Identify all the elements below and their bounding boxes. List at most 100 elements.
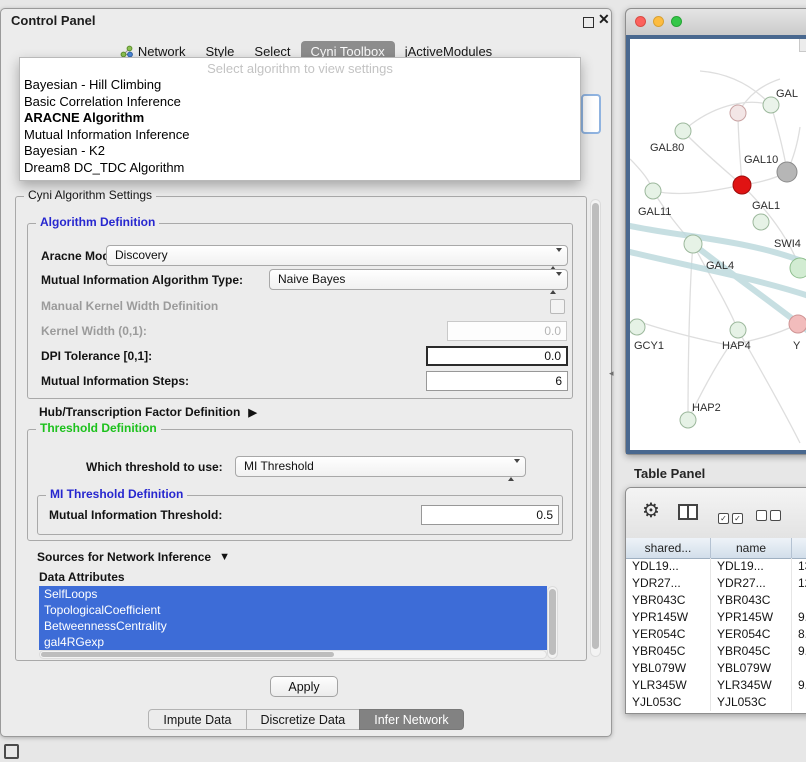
table-row[interactable]: YJL053CYJL053C	[626, 694, 806, 711]
close-icon[interactable]: ✕	[598, 11, 610, 28]
network-node[interactable]	[730, 105, 746, 121]
dpi-tolerance-field[interactable]: 0.0	[426, 346, 568, 366]
column-header-name[interactable]: name	[711, 538, 792, 558]
network-node[interactable]	[645, 183, 661, 199]
network-icon	[120, 45, 133, 58]
algorithm-option[interactable]: Mutual Information Inference	[20, 127, 580, 144]
table-body: YDL19...YDL19...13YDR27...YDR27...12YBR0…	[626, 558, 806, 713]
network-node-label: Y	[793, 340, 801, 352]
tab-impute-data[interactable]: Impute Data	[148, 709, 246, 730]
settings-gear-icon[interactable]: ⚙	[642, 499, 660, 523]
network-canvas[interactable]: GALGAL80GAL10GAL11GAL1SWI4GAL4GCY1HAP4YH…	[630, 39, 806, 450]
combo-arrows-icon	[550, 250, 562, 269]
table-cell: YBR043C	[626, 592, 711, 609]
network-node[interactable]	[630, 319, 645, 335]
network-graph: GALGAL80GAL10GAL11GAL1SWI4GAL4GCY1HAP4YH…	[630, 39, 806, 450]
mi-type-select[interactable]: Naive Bayes	[269, 269, 568, 290]
control-panel-window: Control Panel ✕ Network Style Select Cyn…	[0, 8, 612, 737]
network-node[interactable]	[753, 214, 769, 230]
minimize-traffic-light[interactable]	[653, 16, 664, 27]
algorithm-option[interactable]: Bayesian - K2	[20, 143, 580, 160]
network-node[interactable]	[680, 412, 696, 428]
network-node[interactable]	[684, 235, 702, 253]
column-selector-icon[interactable]	[678, 504, 698, 520]
table-cell: YBL079W	[711, 660, 792, 677]
scrollbar-thumb[interactable]	[549, 589, 556, 655]
column-header-shared-name[interactable]: shared...	[626, 538, 711, 558]
table-cell: YBR043C	[711, 592, 792, 609]
table-cell: YDL19...	[711, 558, 792, 575]
table-row[interactable]: YLR345WYLR345W9.	[626, 677, 806, 694]
mi-steps-field[interactable]: 6	[426, 371, 568, 391]
mi-steps-label: Mutual Information Steps:	[41, 374, 189, 388]
attributes-hscrollbar[interactable]	[39, 650, 547, 659]
which-threshold-value: MI Threshold	[244, 459, 314, 473]
table-row[interactable]: YDR27...YDR27...12	[626, 575, 806, 592]
obscured-widget-fragment	[581, 94, 601, 134]
hub-definition-expander[interactable]: Hub/Transcription Factor Definition ▶	[39, 405, 257, 419]
column-header-partial[interactable]	[792, 538, 806, 558]
network-node[interactable]	[733, 176, 751, 194]
unchecked-box-icon	[756, 510, 767, 521]
network-node[interactable]	[777, 162, 797, 182]
mi-threshold-label: Mutual Information Threshold:	[49, 508, 222, 522]
table-cell: YPR145W	[626, 609, 711, 626]
tab-infer-network[interactable]: Infer Network	[359, 709, 463, 730]
table-row[interactable]: YDL19...YDL19...13	[626, 558, 806, 575]
table-cell: YDL19...	[626, 558, 711, 575]
scrollbar-thumb[interactable]	[41, 652, 334, 657]
canvas-scroll-button[interactable]	[799, 39, 806, 52]
settings-scrollbar[interactable]	[590, 199, 601, 657]
network-node[interactable]	[675, 123, 691, 139]
network-window-titlebar[interactable]	[626, 9, 806, 36]
minimized-panel-icon[interactable]	[4, 744, 19, 759]
network-node[interactable]	[730, 322, 746, 338]
sources-expander[interactable]: Sources for Network Inference ▼	[37, 550, 230, 564]
table-row[interactable]: YBR045CYBR045C9.	[626, 643, 806, 660]
network-node[interactable]	[790, 258, 806, 278]
deselect-all-rows-icon[interactable]	[756, 508, 784, 526]
table-cell: 9.	[792, 643, 806, 660]
which-threshold-select[interactable]: MI Threshold	[235, 456, 526, 477]
data-attribute-item[interactable]: gal4RGexp	[39, 634, 547, 650]
kernel-width-field: 0.0	[447, 321, 567, 341]
data-attributes-list[interactable]: SelfLoopsTopologicalCoefficientBetweenne…	[39, 586, 547, 650]
checked-box-icon: ✓	[732, 513, 743, 524]
close-traffic-light[interactable]	[635, 16, 646, 27]
algorithm-option[interactable]: Bayesian - Hill Climbing	[20, 77, 580, 94]
apply-button[interactable]: Apply	[270, 676, 338, 697]
table-row[interactable]: YBL079WYBL079W	[626, 660, 806, 677]
combo-arrows-icon	[508, 461, 520, 480]
aracne-mode-select[interactable]: Discovery	[106, 245, 568, 266]
table-header: shared... name	[626, 538, 806, 559]
algorithm-option[interactable]: Dream8 DC_TDC Algorithm	[20, 160, 580, 177]
sources-label: Sources for Network Inference	[37, 550, 211, 564]
table-cell: YBR045C	[626, 643, 711, 660]
float-window-icon[interactable]	[583, 17, 594, 28]
network-node[interactable]	[789, 315, 806, 333]
splitter-arrow-icon[interactable]: ◂	[609, 368, 614, 379]
network-node-label: HAP4	[722, 340, 751, 352]
select-all-rows-icon[interactable]: ✓✓	[718, 508, 746, 526]
data-attribute-item[interactable]: TopologicalCoefficient	[39, 602, 547, 618]
table-row[interactable]: YER054CYER054C8.	[626, 626, 806, 643]
algorithm-option[interactable]: ARACNE Algorithm	[20, 110, 580, 127]
unchecked-box-icon	[770, 510, 781, 521]
table-cell	[792, 660, 806, 677]
manual-kernel-checkbox[interactable]	[550, 299, 565, 314]
table-panel-window: ⚙ ✓✓ shared... name YDL19...YDL19...13YD…	[625, 487, 806, 714]
scrollbar-thumb[interactable]	[592, 203, 599, 649]
attributes-scrollbar[interactable]	[547, 586, 558, 659]
algorithm-option[interactable]: Basic Correlation Inference	[20, 94, 580, 111]
table-row[interactable]: YPR145WYPR145W9.	[626, 609, 806, 626]
table-cell: YBR045C	[711, 643, 792, 660]
data-attribute-item[interactable]: SelfLoops	[39, 586, 547, 602]
table-row[interactable]: YBR043CYBR043C	[626, 592, 806, 609]
mi-threshold-field[interactable]: 0.5	[421, 505, 559, 525]
group-title: MI Threshold Definition	[46, 487, 187, 501]
zoom-traffic-light[interactable]	[671, 16, 682, 27]
tab-discretize-data[interactable]: Discretize Data	[246, 709, 361, 730]
algorithm-options: Bayesian - Hill ClimbingBasic Correlatio…	[20, 77, 580, 176]
data-attribute-item[interactable]: BetweennessCentrality	[39, 618, 547, 634]
checked-box-icon: ✓	[718, 513, 729, 524]
